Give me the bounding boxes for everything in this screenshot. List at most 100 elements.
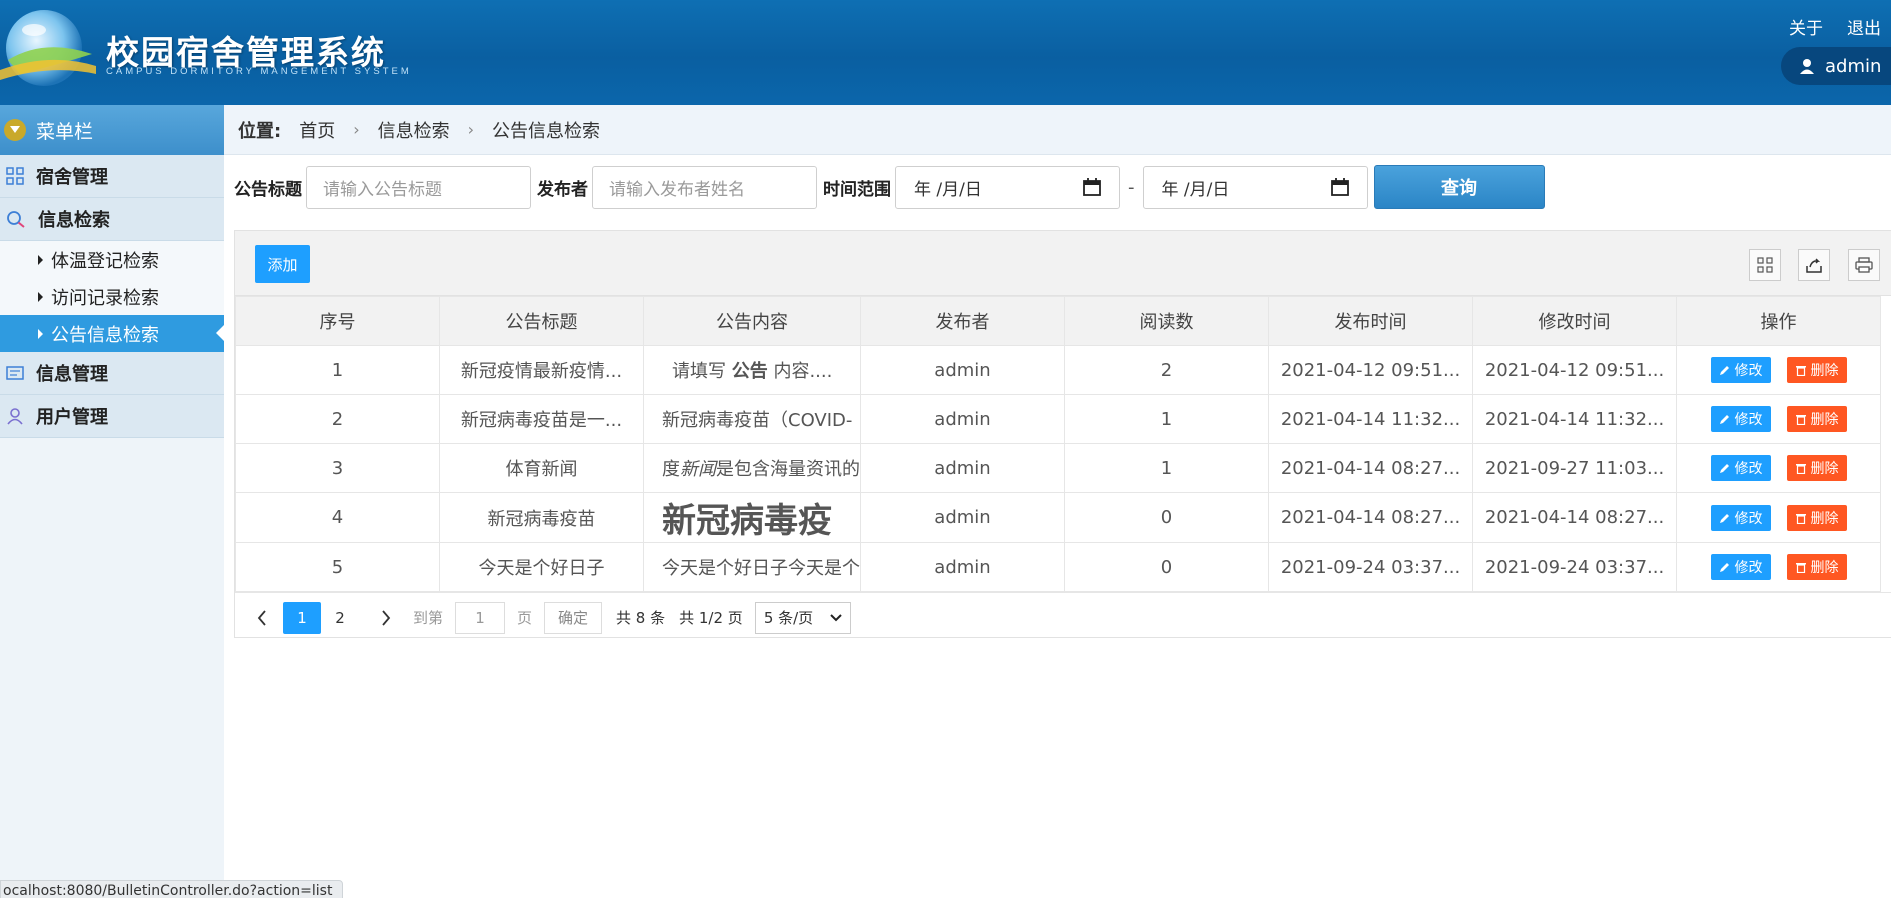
- sidebar-subitem-label: 访问记录检索: [51, 287, 159, 309]
- top-links: 关于 退出: [1789, 14, 1881, 39]
- publisher-input[interactable]: 请输入发布者姓名: [592, 165, 817, 209]
- delete-button[interactable]: 删除: [1786, 455, 1847, 481]
- next-page-icon[interactable]: [373, 602, 399, 634]
- table-header-row: 序号 公告标题 公告内容 发布者 阅读数 发布时间 修改时间 操作: [235, 296, 1881, 346]
- calendar-icon[interactable]: [1330, 178, 1349, 196]
- cell-modified: 2021-09-27 11:03...: [1472, 443, 1677, 493]
- cell-published: 2021-04-12 09:51...: [1268, 345, 1473, 395]
- time-range-label: 时间范围: [823, 179, 891, 200]
- delete-label: 删除: [1810, 412, 1839, 428]
- user-badge[interactable]: admin: [1781, 47, 1891, 85]
- cell-publisher: admin: [860, 443, 1065, 493]
- search-form: 公告标题 请输入公告标题 发布者 请输入发布者姓名 时间范围 年 /月/日 - …: [234, 165, 1545, 209]
- sidebar-item-info-manage[interactable]: 信息管理: [0, 352, 224, 395]
- edit-button[interactable]: 修改: [1710, 455, 1771, 481]
- date-end-input[interactable]: 年 /月/日: [1142, 165, 1368, 209]
- content-text: 内容....: [767, 361, 833, 382]
- goto-confirm-button[interactable]: 确定: [544, 601, 603, 634]
- edit-button[interactable]: 修改: [1710, 504, 1771, 531]
- column-header[interactable]: 发布时间: [1268, 296, 1473, 346]
- cell-no: 2: [235, 394, 440, 444]
- pagination: 1 2 到第 1 页 确定 共 8 条 共 1/2 页 5 条/页: [235, 592, 1891, 642]
- cell-publisher: admin: [860, 492, 1065, 543]
- trash-icon: [1795, 563, 1806, 573]
- edit-button[interactable]: 修改: [1710, 357, 1771, 383]
- breadcrumb-home[interactable]: 首页: [299, 117, 335, 143]
- content-text: 是包含海量资讯的: [716, 459, 860, 480]
- publisher-placeholder: 请输入发布者姓名: [609, 179, 745, 200]
- status-bar-url: ocalhost:8080/BulletinController.do?acti…: [0, 880, 344, 898]
- date-separator: -: [1128, 176, 1135, 198]
- cell-actions: 修改 删除: [1676, 394, 1881, 444]
- cell-title: 新冠疫情最新疫情...: [439, 345, 644, 395]
- delete-button[interactable]: 删除: [1786, 357, 1847, 383]
- page-size-select[interactable]: 5 条/页: [754, 601, 851, 634]
- breadcrumb-current: 公告信息检索: [492, 120, 601, 142]
- delete-button[interactable]: 删除: [1786, 406, 1847, 432]
- sidebar-subitem-bulletin[interactable]: 公告信息检索: [0, 315, 224, 352]
- add-button[interactable]: 添加: [255, 245, 310, 283]
- column-header[interactable]: 序号: [235, 296, 440, 346]
- delete-button[interactable]: 删除: [1786, 554, 1847, 580]
- edit-label: 修改: [1734, 461, 1763, 477]
- edit-button[interactable]: 修改: [1710, 554, 1771, 580]
- cell-title: 新冠病毒疫苗: [439, 492, 644, 543]
- goto-page-input[interactable]: 1: [455, 601, 506, 634]
- page-button[interactable]: 2: [321, 602, 359, 634]
- column-header[interactable]: 修改时间: [1472, 296, 1677, 346]
- title-label: 公告标题: [234, 179, 302, 200]
- prev-page-icon[interactable]: [249, 602, 275, 634]
- page-button-current[interactable]: 1: [283, 601, 321, 634]
- table-row: 2 新冠病毒疫苗是一... 新冠病毒疫苗（COVID- admin 1 2021…: [235, 394, 1881, 444]
- delete-button[interactable]: 删除: [1786, 504, 1847, 531]
- edit-button[interactable]: 修改: [1710, 406, 1771, 432]
- content-bold-text: 公告: [731, 361, 768, 382]
- cell-no: 5: [235, 542, 440, 592]
- logout-link[interactable]: 退出: [1847, 14, 1881, 39]
- bulletin-table-panel: 添加 序号 公告标题 公告内容 发布者 阅读数 发布时间 修改时间 操作 1 新…: [234, 230, 1891, 638]
- table-row: 4 新冠病毒疫苗 新冠病毒疫 admin 0 2021-04-14 08:27.…: [235, 492, 1881, 543]
- sidebar-subitem-visits[interactable]: 访问记录检索: [0, 278, 224, 315]
- app-header: 校园宿舍管理系统 CAMPUS DORMITORY MANGEMENT SYST…: [0, 0, 1891, 105]
- cell-no: 3: [235, 443, 440, 493]
- columns-icon[interactable]: [1749, 249, 1781, 281]
- print-icon[interactable]: [1848, 249, 1880, 281]
- goto-label: 到第: [413, 609, 444, 627]
- cell-title: 新冠病毒疫苗是一...: [439, 394, 644, 444]
- cell-modified: 2021-09-24 03:37...: [1472, 542, 1677, 592]
- column-header[interactable]: 公告内容: [643, 296, 861, 346]
- title-input[interactable]: 请输入公告标题: [306, 165, 531, 209]
- cell-actions: 修改 删除: [1676, 542, 1881, 592]
- table-row: 3 体育新闻 度新闻是包含海量资讯的 admin 1 2021-04-14 08…: [235, 443, 1881, 493]
- cell-modified: 2021-04-14 11:32...: [1472, 394, 1677, 444]
- cell-reads: 0: [1064, 542, 1269, 592]
- cell-reads: 0: [1064, 492, 1269, 543]
- sidebar-subitem-temperature[interactable]: 体温登记检索: [0, 241, 224, 278]
- cell-no: 1: [235, 345, 440, 395]
- edit-label: 修改: [1734, 510, 1763, 527]
- pencil-icon: [1719, 563, 1729, 572]
- cell-publisher: admin: [860, 394, 1065, 444]
- export-icon[interactable]: [1798, 249, 1830, 281]
- sidebar-item-search[interactable]: 信息检索: [0, 198, 224, 241]
- cell-published: 2021-04-14 11:32...: [1268, 394, 1473, 444]
- grid-icon: [6, 167, 24, 185]
- column-header[interactable]: 发布者: [860, 296, 1065, 346]
- date-start-input[interactable]: 年 /月/日: [895, 165, 1120, 209]
- sidebar-subitem-label: 公告信息检索: [51, 324, 159, 346]
- cell-publisher: admin: [860, 542, 1065, 592]
- cell-content: 今天是个好日子今天是个: [643, 542, 861, 592]
- column-header[interactable]: 阅读数: [1064, 296, 1269, 346]
- calendar-icon[interactable]: [1083, 178, 1101, 196]
- breadcrumb-info-search[interactable]: 信息检索: [378, 117, 450, 143]
- sidebar-subitem-label: 体温登记检索: [51, 250, 159, 272]
- sidebar-item-dorm[interactable]: 宿舍管理: [0, 155, 224, 198]
- delete-label: 删除: [1810, 510, 1839, 527]
- query-button[interactable]: 查询: [1373, 165, 1545, 209]
- page-size-value: 5 条/页: [763, 609, 814, 627]
- sidebar-item-user-manage[interactable]: 用户管理: [0, 395, 224, 438]
- column-header[interactable]: 公告标题: [439, 296, 644, 346]
- about-link[interactable]: 关于: [1789, 14, 1823, 39]
- menu-header[interactable]: 菜单栏: [0, 105, 224, 155]
- delete-label: 删除: [1810, 363, 1839, 379]
